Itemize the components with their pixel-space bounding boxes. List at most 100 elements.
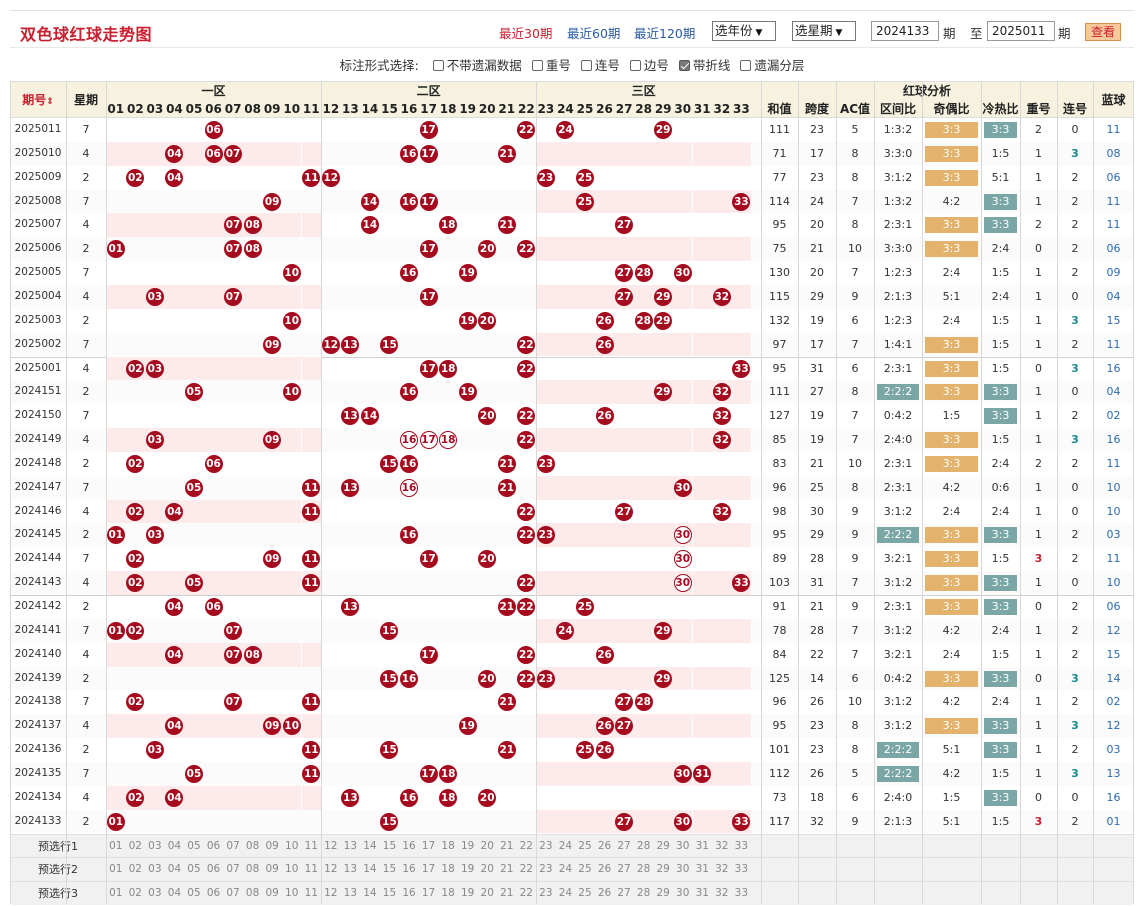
preset-number[interactable]: 21 [497,835,517,859]
preset-number[interactable]: 06 [204,835,224,859]
preset-number[interactable]: 03 [145,882,165,906]
preset-number[interactable]: 08 [243,835,263,859]
preset-number[interactable]: 12 [321,858,341,882]
preset-number[interactable]: 19 [458,858,478,882]
preset-number[interactable]: 28 [634,858,654,882]
preset-number[interactable]: 29 [653,858,673,882]
preset-number[interactable]: 30 [673,835,693,859]
preset-number[interactable]: 03 [145,835,165,859]
preset-number[interactable]: 01 [106,882,126,906]
preset-number[interactable]: 02 [126,858,146,882]
preset-number[interactable]: 32 [712,882,732,906]
preset-number[interactable]: 15 [380,858,400,882]
preset-number[interactable]: 12 [321,835,341,859]
link-recent-120[interactable]: 最近120期 [634,23,695,42]
preset-number[interactable]: 01 [106,835,126,859]
preset-number[interactable]: 11 [302,882,322,906]
preset-number[interactable]: 09 [262,858,282,882]
checkbox[interactable] [678,60,690,71]
preset-number[interactable]: 08 [243,882,263,906]
issue-header[interactable]: 期号⇕ [10,82,66,119]
from-issue-input[interactable]: 2024133 [871,21,939,41]
preset-number[interactable]: 30 [673,858,693,882]
preset-number[interactable]: 33 [732,835,752,859]
preset-number[interactable]: 25 [575,858,595,882]
checkbox[interactable] [531,60,543,71]
preset-number[interactable]: 14 [360,835,380,859]
preset-number[interactable]: 31 [693,835,713,859]
preset-number[interactable]: 13 [341,835,361,859]
preset-number[interactable]: 05 [184,858,204,882]
year-select[interactable]: 选年份 ▼ [712,21,776,41]
preset-number[interactable]: 17 [419,858,439,882]
preset-number[interactable]: 28 [634,835,654,859]
preset-number[interactable]: 21 [497,858,517,882]
preset-number[interactable]: 21 [497,882,517,906]
preset-number[interactable]: 16 [399,858,419,882]
option-1[interactable]: 重号 [531,49,571,82]
week-select[interactable]: 选星期 ▼ [792,21,856,41]
option-0[interactable]: 不带遗漏数据 [432,49,522,82]
preset-number[interactable]: 10 [282,882,302,906]
preset-number[interactable]: 22 [517,835,537,859]
preset-number[interactable]: 20 [477,882,497,906]
preset-number[interactable]: 17 [419,835,439,859]
preset-number[interactable]: 25 [575,835,595,859]
preset-number[interactable]: 32 [712,835,732,859]
preset-number[interactable]: 23 [536,882,556,906]
preset-number[interactable]: 24 [556,858,576,882]
preset-number[interactable]: 04 [165,882,185,906]
preset-number[interactable]: 14 [360,858,380,882]
preset-number[interactable]: 15 [380,835,400,859]
preset-number[interactable]: 27 [614,858,634,882]
preset-number[interactable]: 16 [399,835,419,859]
preset-number[interactable]: 18 [438,882,458,906]
preset-number[interactable]: 24 [556,882,576,906]
option-5[interactable]: 遗漏分层 [740,49,804,82]
preset-number[interactable]: 15 [380,882,400,906]
preset-number[interactable]: 11 [302,858,322,882]
preset-number[interactable]: 09 [262,835,282,859]
preset-number[interactable]: 02 [126,882,146,906]
preset-number[interactable]: 27 [614,882,634,906]
preset-number[interactable]: 05 [184,835,204,859]
preset-number[interactable]: 29 [653,882,673,906]
preset-number[interactable]: 22 [517,882,537,906]
preset-number[interactable]: 18 [438,858,458,882]
preset-number[interactable]: 04 [165,858,185,882]
query-button[interactable]: 查看 [1085,23,1121,41]
preset-number[interactable]: 27 [614,835,634,859]
preset-number[interactable]: 12 [321,882,341,906]
preset-number[interactable]: 11 [302,835,322,859]
preset-number[interactable]: 05 [184,882,204,906]
preset-number[interactable]: 31 [693,858,713,882]
preset-number[interactable]: 16 [399,882,419,906]
option-4[interactable]: 带折线 [678,49,730,82]
preset-number[interactable]: 30 [673,882,693,906]
checkbox[interactable] [432,60,444,71]
preset-number[interactable]: 23 [536,835,556,859]
preset-number[interactable]: 33 [732,882,752,906]
preset-number[interactable]: 07 [223,835,243,859]
preset-number[interactable]: 06 [204,858,224,882]
preset-number[interactable]: 13 [341,858,361,882]
preset-number[interactable]: 07 [223,858,243,882]
preset-number[interactable]: 19 [458,835,478,859]
preset-number[interactable]: 10 [282,858,302,882]
preset-number[interactable]: 14 [360,882,380,906]
preset-number[interactable]: 02 [126,835,146,859]
preset-number[interactable]: 26 [595,882,615,906]
link-recent-60[interactable]: 最近60期 [567,23,620,42]
preset-number[interactable]: 25 [575,882,595,906]
sort-icon[interactable]: ⇕ [46,97,54,107]
preset-number[interactable]: 28 [634,882,654,906]
to-issue-input[interactable]: 2025011 [987,21,1055,41]
preset-number[interactable]: 26 [595,858,615,882]
preset-number[interactable]: 13 [341,882,361,906]
preset-number[interactable]: 26 [595,835,615,859]
option-3[interactable]: 边号 [629,49,669,82]
preset-number[interactable]: 07 [223,882,243,906]
link-recent-30[interactable]: 最近30期 [499,23,552,42]
preset-number[interactable]: 33 [732,858,752,882]
preset-number[interactable]: 24 [556,835,576,859]
